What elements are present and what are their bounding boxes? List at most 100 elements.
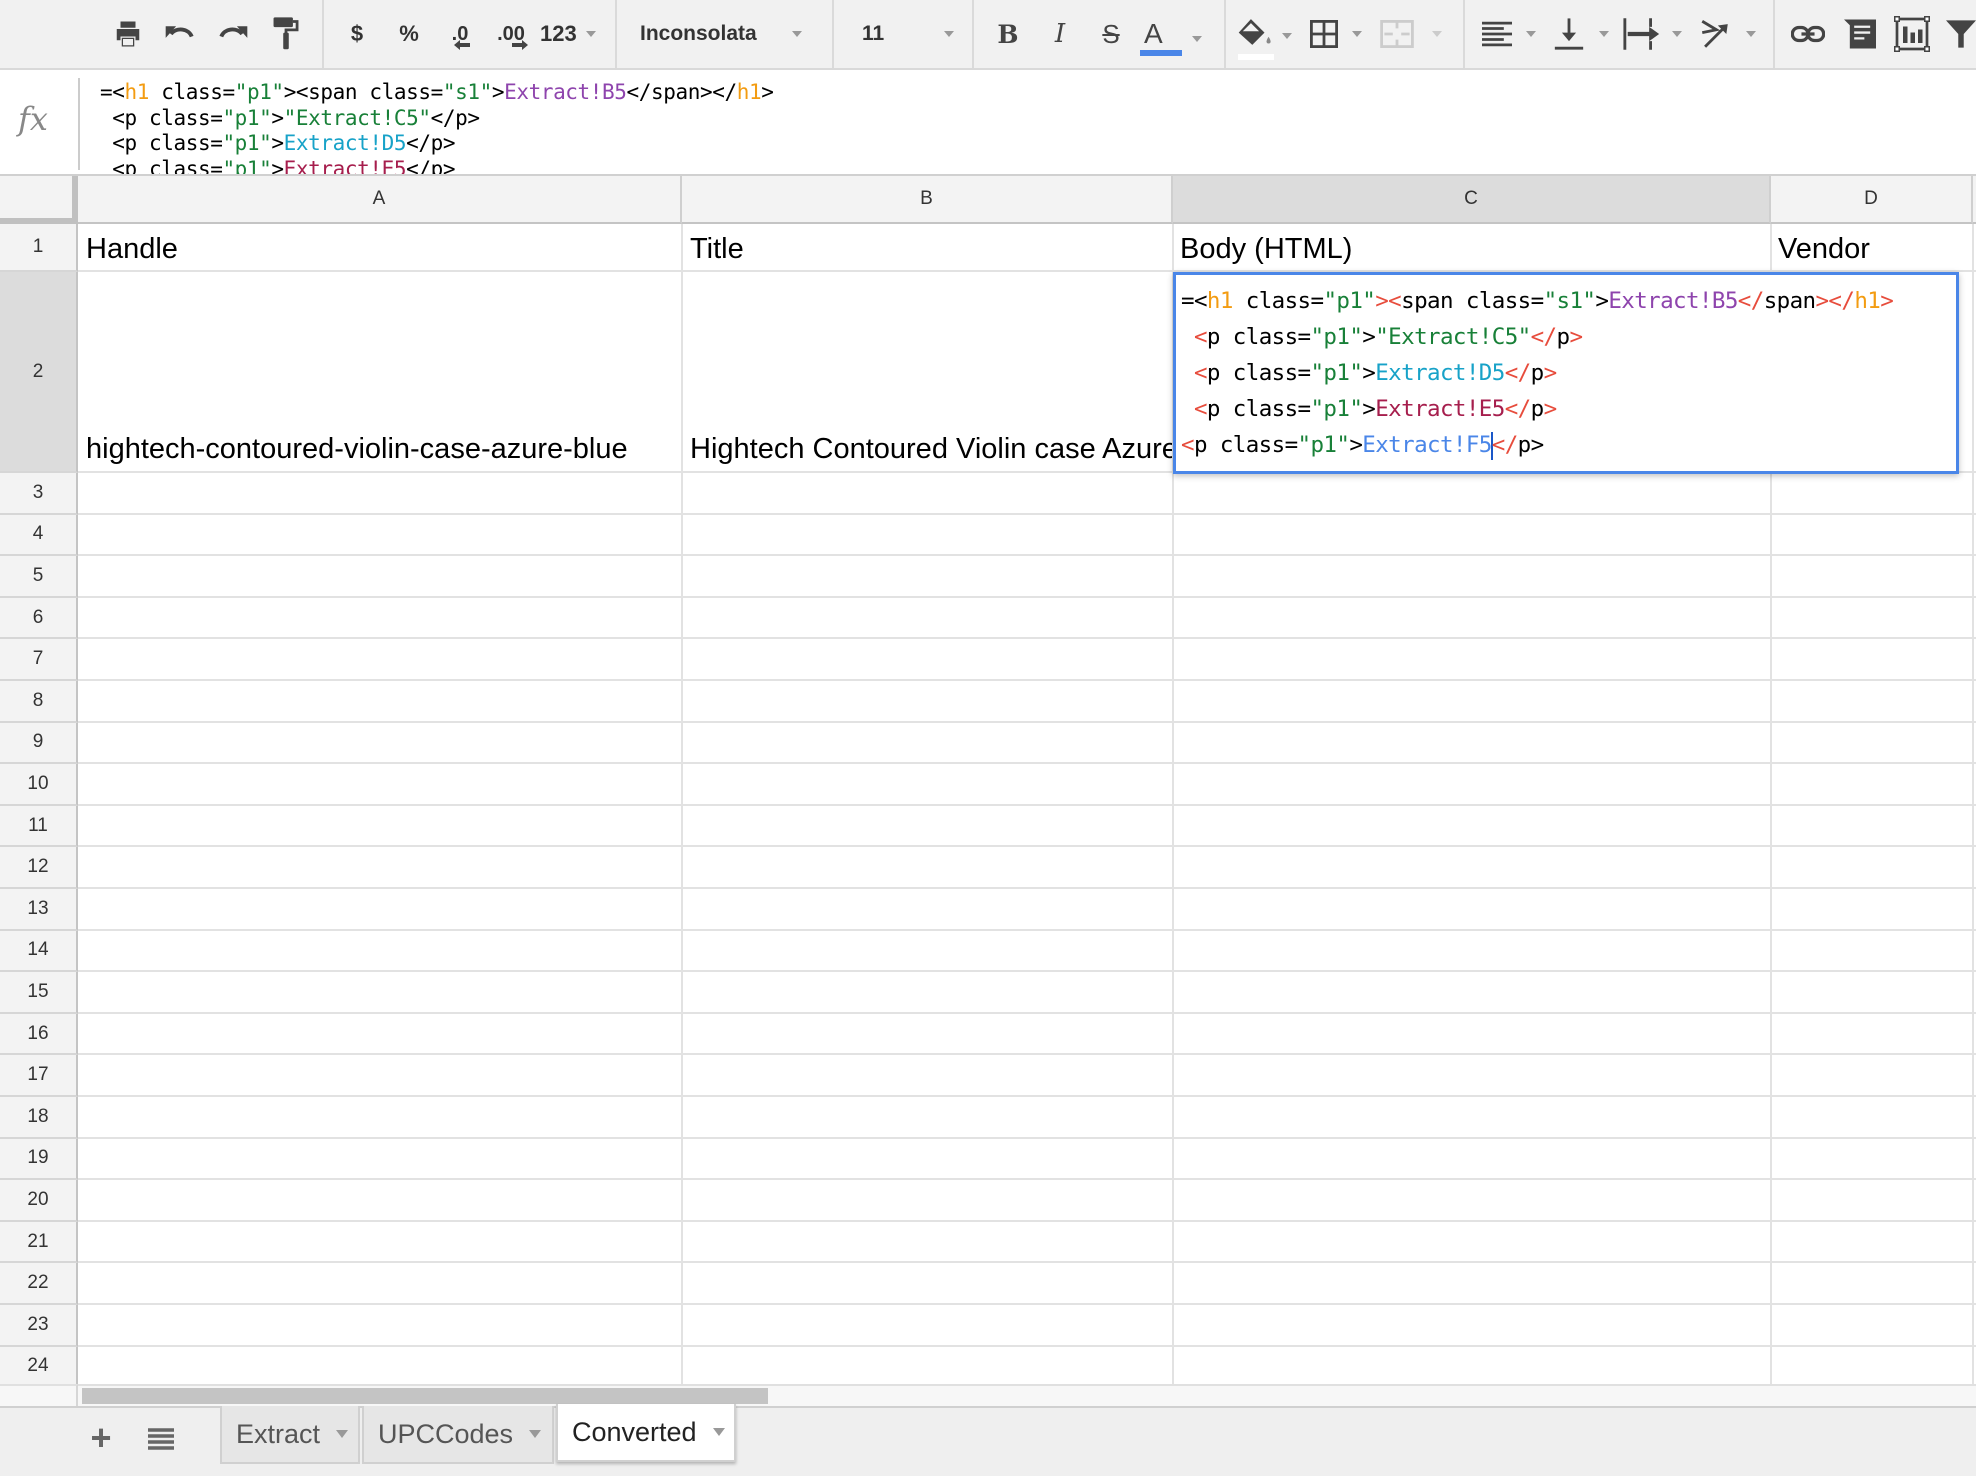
text-rotation-button[interactable] — [1698, 0, 1760, 68]
row-header-13[interactable]: 13 — [0, 889, 78, 931]
italic-button[interactable]: I — [1044, 0, 1076, 68]
row-header-15[interactable]: 15 — [0, 972, 78, 1014]
borders-button[interactable] — [1310, 0, 1368, 68]
strikethrough-button[interactable]: S — [1095, 0, 1127, 68]
row-header-5[interactable]: 5 — [0, 556, 78, 598]
filter-button[interactable] — [1946, 0, 1976, 68]
chevron-down-icon[interactable] — [529, 1430, 542, 1438]
fill-color-button[interactable] — [1236, 0, 1294, 68]
code-token: <p class= — [100, 156, 223, 176]
insert-comment-button[interactable] — [1842, 0, 1878, 68]
list-icon — [148, 1428, 174, 1450]
increase-decimal-button[interactable]: .00 — [490, 0, 532, 68]
code-token: p class= — [1206, 324, 1311, 350]
select-all-corner[interactable] — [0, 176, 78, 224]
font-size-dropdown[interactable]: 11 — [836, 0, 970, 68]
code-token: Extract!F5 — [1362, 432, 1492, 458]
code-line: <p class="p1">"Extract!C5"</p> — [1181, 319, 1893, 355]
toolbar-separator — [615, 0, 617, 68]
cell-a2[interactable]: hightech-contoured-violin-case-azure-blu… — [86, 428, 678, 470]
insert-chart-icon — [1894, 16, 1930, 52]
decrease-decimal-button[interactable]: .0 — [442, 0, 478, 68]
row-header-21[interactable]: 21 — [0, 1221, 78, 1264]
currency-format-button[interactable]: $ — [343, 0, 371, 68]
redo-button[interactable] — [215, 0, 251, 68]
horizontal-align-button[interactable] — [1482, 0, 1542, 68]
row-header-22[interactable]: 22 — [0, 1263, 78, 1305]
row-divider — [78, 554, 1976, 557]
code-token: < — [1181, 432, 1195, 458]
row-header-7[interactable]: 7 — [0, 639, 78, 681]
row-header-14[interactable]: 14 — [0, 930, 78, 973]
column-header-c[interactable]: C — [1173, 176, 1771, 224]
cell-b2[interactable]: Hightech Contoured Violin case Azure Blu… — [690, 428, 1172, 470]
sheet-tab-upccodes[interactable]: UPCCodes — [362, 1406, 554, 1464]
row-header-9[interactable]: 9 — [0, 722, 78, 765]
row-header-19[interactable]: 19 — [0, 1138, 78, 1181]
row-header-3[interactable]: 3 — [0, 473, 78, 515]
cell-c1[interactable]: Body (HTML) — [1180, 228, 1766, 270]
formula-input[interactable]: =<h1 class="p1"><span class="s1">Extract… — [100, 80, 774, 176]
insert-comment-icon — [1844, 19, 1876, 49]
chevron-down-icon[interactable] — [336, 1430, 349, 1438]
cell-d1[interactable]: Vendor — [1778, 228, 1972, 270]
code-token: "s1" — [442, 80, 492, 104]
merge-cells-button[interactable] — [1380, 0, 1446, 68]
row-header-24[interactable]: 24 — [0, 1346, 78, 1389]
bold-button[interactable]: B — [992, 0, 1024, 68]
column-header-a[interactable]: A — [78, 176, 682, 224]
cell-editor[interactable]: =<h1 class="p1"><span class="s1">Extract… — [1173, 272, 1959, 474]
percent-format-button[interactable]: % — [394, 0, 424, 68]
sheet-tab-extract[interactable]: Extract — [220, 1406, 360, 1464]
font-family-dropdown[interactable]: Inconsolata — [620, 0, 830, 68]
row-divider — [78, 512, 1976, 515]
code-line: <p class="p1">"Extract!C5"</p> — [100, 106, 773, 132]
column-header-d[interactable]: D — [1771, 176, 1973, 224]
text-wrapping-button[interactable] — [1622, 0, 1688, 68]
sheet-tab-converted[interactable]: Converted — [556, 1404, 736, 1462]
row-header-2[interactable]: 2 — [0, 272, 78, 473]
row-header-18[interactable]: 18 — [0, 1097, 78, 1139]
row-divider — [78, 887, 1976, 889]
row-header-23[interactable]: 23 — [0, 1305, 78, 1347]
code-token: > — [271, 105, 284, 130]
code-token: </ — [1530, 324, 1558, 350]
all-sheets-button[interactable] — [148, 1428, 174, 1452]
code-token: "p1" — [1310, 324, 1363, 350]
row-header-12[interactable]: 12 — [0, 847, 78, 889]
code-token: p class= — [1193, 432, 1298, 458]
cell-a1[interactable]: Handle — [86, 228, 676, 270]
column-divider — [681, 224, 683, 1384]
row-header-8[interactable]: 8 — [0, 681, 78, 723]
row-header-4[interactable]: 4 — [0, 514, 78, 557]
row-header-17[interactable]: 17 — [0, 1055, 78, 1097]
cell-editor-text[interactable]: =<h1 class="p1"><span class="s1">Extract… — [1181, 283, 1894, 463]
text-color-button[interactable]: A — [1140, 0, 1206, 68]
code-token: < — [1181, 324, 1208, 350]
vertical-align-button[interactable] — [1553, 0, 1613, 68]
row-header-16[interactable]: 16 — [0, 1013, 78, 1056]
row-header-1[interactable]: 1 — [0, 224, 78, 272]
code-line: =<h1 class="p1"><span class="s1">Extract… — [100, 80, 774, 106]
insert-chart-button[interactable] — [1892, 0, 1932, 68]
vertical-align-icon — [1554, 18, 1584, 50]
horizontal-scrollbar-thumb[interactable] — [82, 1388, 768, 1404]
row-header-10[interactable]: 10 — [0, 764, 78, 806]
row-header-20[interactable]: 20 — [0, 1180, 78, 1222]
cell-b1[interactable]: Title — [690, 228, 1168, 270]
undo-button[interactable] — [162, 0, 198, 68]
add-sheet-button[interactable]: + — [86, 1418, 116, 1458]
insert-link-button[interactable] — [1788, 0, 1828, 68]
chevron-down-icon[interactable] — [712, 1428, 725, 1436]
sheet-tab-label: Extract — [236, 1418, 321, 1449]
code-token: > — [1880, 288, 1894, 314]
toolbar-separator — [322, 0, 324, 68]
paint-format-button[interactable] — [268, 0, 304, 68]
column-header-b[interactable]: B — [682, 176, 1173, 224]
row-header-6[interactable]: 6 — [0, 597, 78, 640]
row-divider — [78, 928, 1976, 931]
row-header-11[interactable]: 11 — [0, 805, 78, 848]
print-button[interactable] — [110, 0, 146, 68]
more-formats-dropdown[interactable]: 123 — [540, 0, 600, 68]
row-divider — [78, 1053, 1976, 1056]
